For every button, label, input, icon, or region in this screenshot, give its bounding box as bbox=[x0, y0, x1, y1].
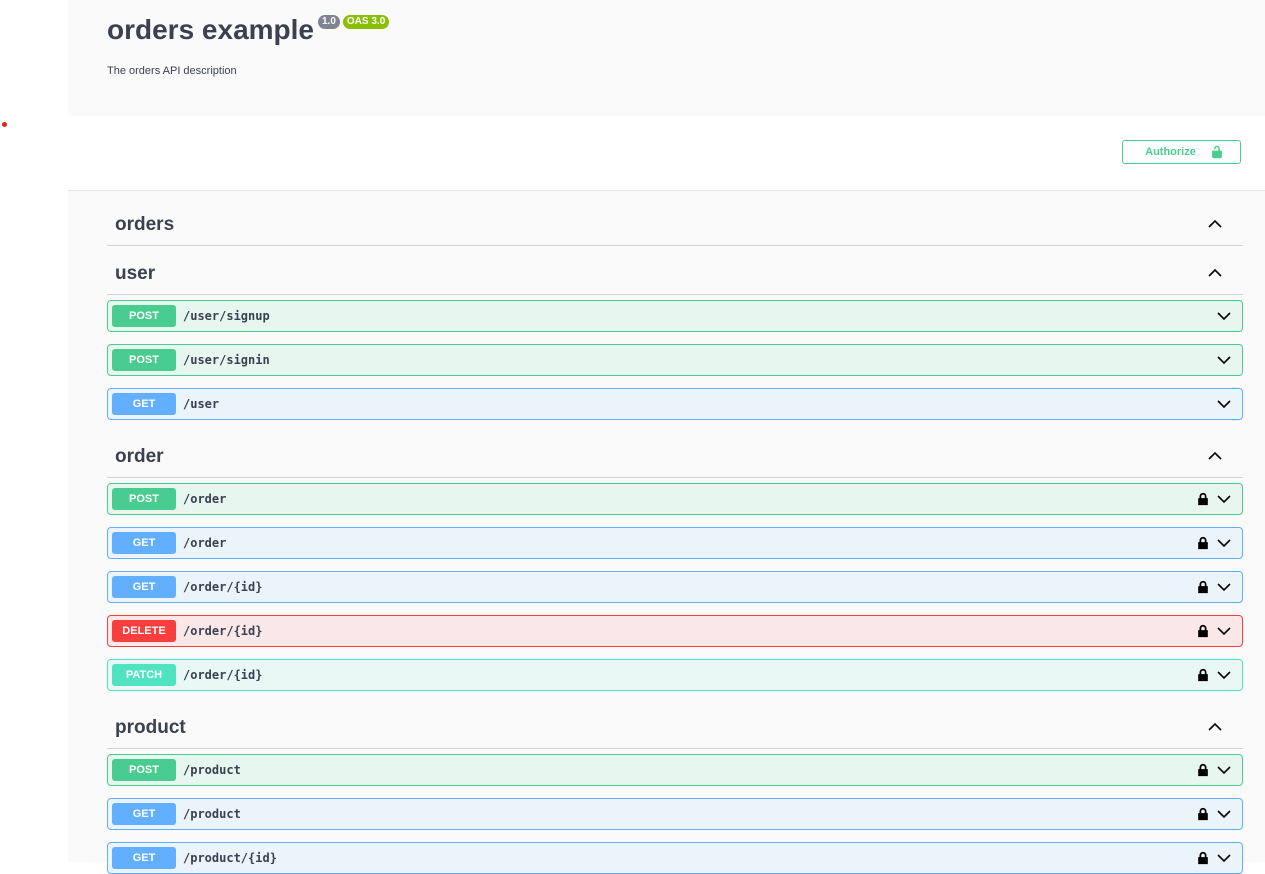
chevron-down-icon[interactable] bbox=[1216, 762, 1232, 778]
operation-row[interactable]: POST/order bbox=[107, 483, 1243, 515]
chevron-down-icon[interactable] bbox=[1216, 667, 1232, 683]
unlock-icon bbox=[1211, 145, 1222, 159]
info-section: orders example 1.0 OAS 3.0 The orders AP… bbox=[68, 0, 1265, 116]
operation-path: /user/signin bbox=[183, 353, 270, 367]
chevron-up-icon[interactable] bbox=[1207, 265, 1223, 281]
lock-icon[interactable] bbox=[1196, 535, 1210, 551]
chevron-down-icon[interactable] bbox=[1216, 579, 1232, 595]
chevron-down-icon[interactable] bbox=[1216, 850, 1232, 866]
lock-icon[interactable] bbox=[1196, 579, 1210, 595]
authorize-label: Authorize bbox=[1145, 146, 1196, 158]
operation-path: /product bbox=[183, 807, 241, 821]
method-badge: PATCH bbox=[112, 664, 176, 686]
operation-row[interactable]: DELETE/order/{id} bbox=[107, 615, 1243, 647]
method-badge: POST bbox=[112, 349, 176, 371]
lock-icon[interactable] bbox=[1196, 491, 1210, 507]
operation-path: /product bbox=[183, 763, 241, 777]
red-dot bbox=[2, 122, 7, 127]
api-description: The orders API description bbox=[107, 65, 237, 77]
lock-icon[interactable] bbox=[1196, 667, 1210, 683]
operation-path: /order bbox=[183, 536, 227, 550]
scheme-container: Authorize bbox=[68, 116, 1265, 191]
version-badge: 1.0 bbox=[318, 15, 340, 29]
operation-path: /order bbox=[183, 492, 227, 506]
tag-section-orders[interactable]: orders bbox=[107, 202, 1243, 246]
lock-icon[interactable] bbox=[1196, 850, 1210, 866]
tag-section-product[interactable]: product bbox=[107, 705, 1243, 749]
operation-path: /order/{id} bbox=[183, 580, 263, 594]
lock-icon[interactable] bbox=[1196, 762, 1210, 778]
operation-row[interactable]: GET/order/{id} bbox=[107, 571, 1243, 603]
operation-row[interactable]: GET/order bbox=[107, 527, 1243, 559]
api-title: orders example bbox=[107, 14, 314, 45]
oas-badge: OAS 3.0 bbox=[342, 15, 390, 29]
method-badge: GET bbox=[112, 576, 176, 598]
tag-section-user[interactable]: user bbox=[107, 251, 1243, 295]
operation-path: /order/{id} bbox=[183, 668, 263, 682]
operation-row[interactable]: POST/user/signup bbox=[107, 300, 1243, 332]
chevron-down-icon[interactable] bbox=[1216, 535, 1232, 551]
chevron-down-icon[interactable] bbox=[1216, 396, 1232, 412]
api-title-row: orders example 1.0 OAS 3.0 bbox=[107, 14, 390, 46]
operation-path: /user/signup bbox=[183, 309, 270, 323]
method-badge: POST bbox=[112, 488, 176, 510]
method-badge: GET bbox=[112, 847, 176, 869]
authorize-button[interactable]: Authorize bbox=[1122, 140, 1241, 164]
operation-path: /user bbox=[183, 397, 220, 411]
method-badge: DELETE bbox=[112, 620, 176, 642]
swagger-container: orders example 1.0 OAS 3.0 The orders AP… bbox=[68, 0, 1265, 874]
chevron-down-icon[interactable] bbox=[1216, 308, 1232, 324]
tag-name: order bbox=[115, 446, 164, 467]
chevron-down-icon[interactable] bbox=[1216, 352, 1232, 368]
tag-name: product bbox=[115, 717, 186, 738]
operation-row[interactable]: POST/product bbox=[107, 754, 1243, 786]
lock-icon[interactable] bbox=[1196, 623, 1210, 639]
operation-row[interactable]: POST/user/signin bbox=[107, 344, 1243, 376]
tag-section-order[interactable]: order bbox=[107, 434, 1243, 478]
operation-row[interactable]: GET/product bbox=[107, 798, 1243, 830]
method-badge: GET bbox=[112, 393, 176, 415]
operation-row[interactable]: GET/product/{id} bbox=[107, 842, 1243, 874]
lock-icon[interactable] bbox=[1196, 806, 1210, 822]
method-badge: GET bbox=[112, 532, 176, 554]
chevron-down-icon[interactable] bbox=[1216, 491, 1232, 507]
operation-path: /product/{id} bbox=[183, 851, 277, 865]
method-badge: POST bbox=[112, 759, 176, 781]
method-badge: POST bbox=[112, 305, 176, 327]
chevron-up-icon[interactable] bbox=[1207, 448, 1223, 464]
method-badge: GET bbox=[112, 803, 176, 825]
chevron-up-icon[interactable] bbox=[1207, 216, 1223, 232]
tag-name: user bbox=[115, 263, 156, 284]
operation-path: /order/{id} bbox=[183, 624, 263, 638]
chevron-down-icon[interactable] bbox=[1216, 806, 1232, 822]
operation-row[interactable]: PATCH/order/{id} bbox=[107, 659, 1243, 691]
chevron-up-icon[interactable] bbox=[1207, 719, 1223, 735]
tag-name: orders bbox=[115, 214, 175, 235]
chevron-down-icon[interactable] bbox=[1216, 623, 1232, 639]
operation-row[interactable]: GET/user bbox=[107, 388, 1243, 420]
